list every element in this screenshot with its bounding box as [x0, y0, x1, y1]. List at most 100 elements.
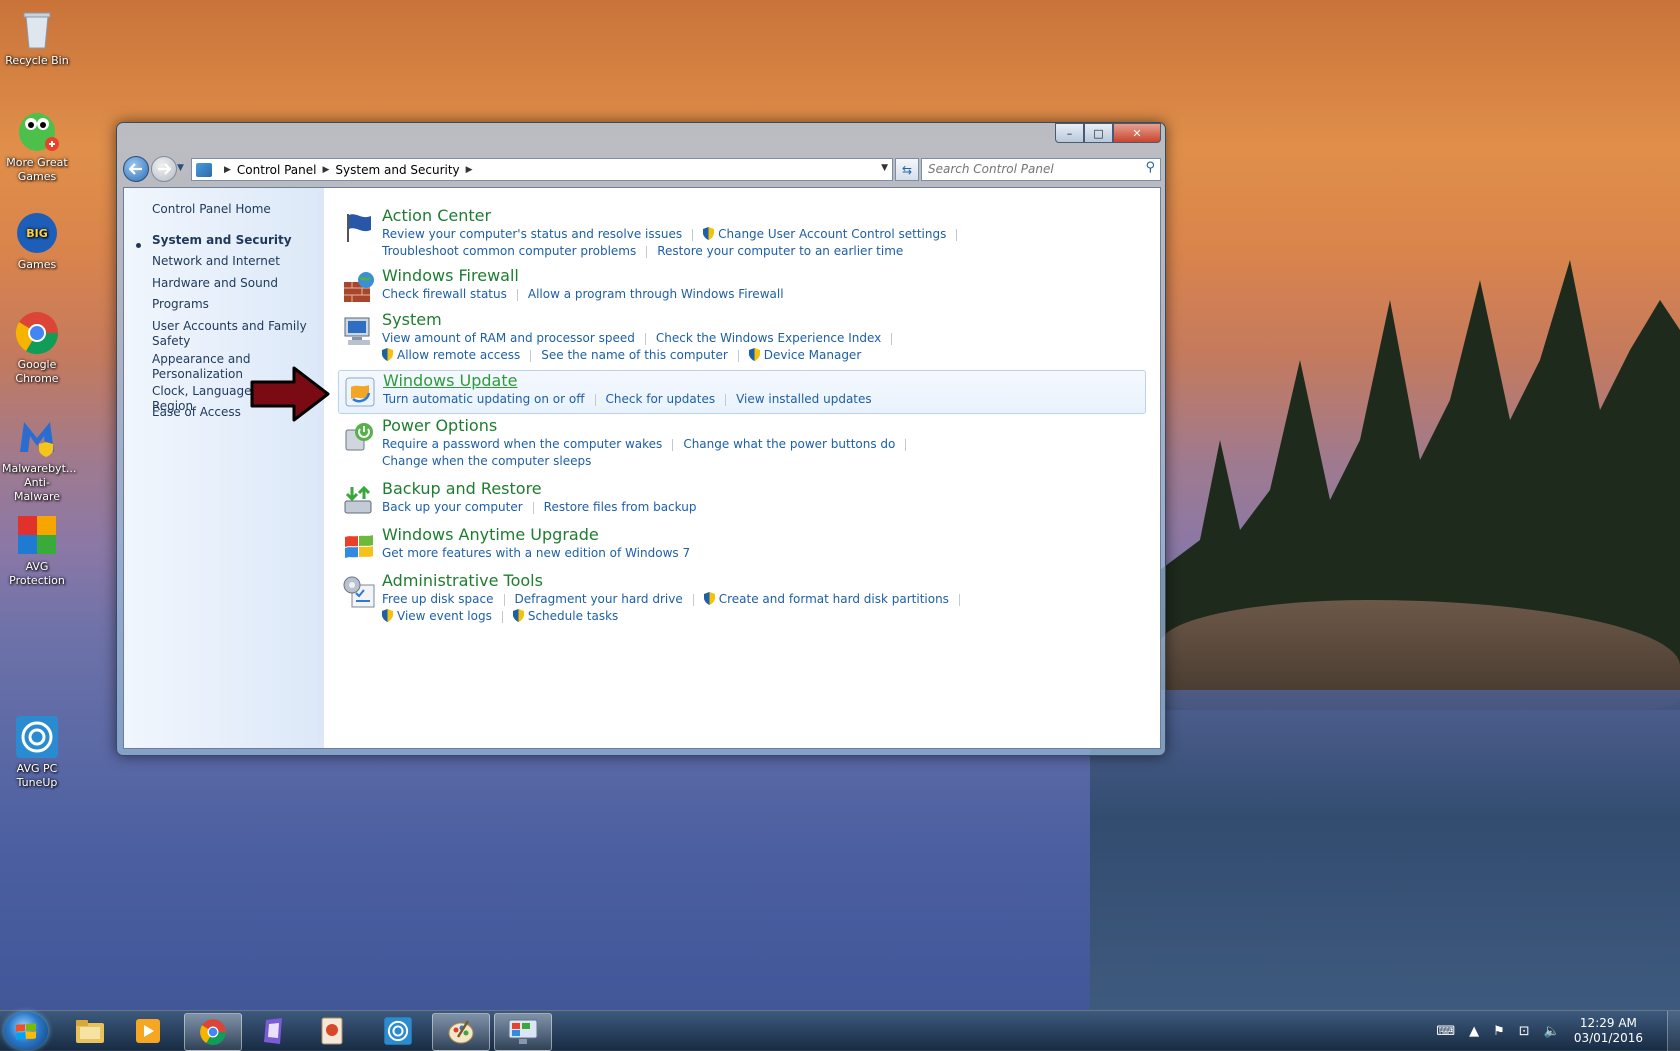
breadcrumb-arrow-icon[interactable]: ▶: [323, 165, 330, 175]
taskbar-avg-tuneup[interactable]: [370, 1013, 426, 1049]
chrome-icon: [14, 310, 60, 356]
desktop-icon-label: Malwarebyt... Anti-Malware: [2, 462, 77, 503]
close-button[interactable]: ✕: [1113, 123, 1161, 143]
link-computer-name[interactable]: See the name of this computer: [541, 348, 728, 362]
back-arrow-icon: [129, 163, 142, 175]
link-allow-program[interactable]: Allow a program through Windows Firewall: [528, 287, 784, 301]
link-experience-index[interactable]: Check the Windows Experience Index: [656, 331, 881, 345]
windows-update-title[interactable]: Windows Update: [383, 371, 517, 390]
search-icon[interactable]: ⚲: [1145, 160, 1155, 175]
desktop-icon-more-great-games[interactable]: More Great Games: [2, 108, 72, 184]
control-panel-window: – □ ✕ ▼ ▶ Control Panel ▶ System and Sec…: [116, 122, 1166, 756]
desktop-icon-malwarebytes[interactable]: Malwarebyt... Anti-Malware: [2, 414, 77, 504]
link-check-firewall[interactable]: Check firewall status: [382, 287, 507, 301]
taskbar-app-2[interactable]: [304, 1013, 360, 1049]
backup-restore-icon: [344, 485, 372, 514]
power-options-icon: [345, 423, 373, 451]
taskbar-media-player[interactable]: [120, 1013, 176, 1049]
nav-hardware-and-sound[interactable]: Hardware and Sound: [152, 276, 322, 291]
search-box: ⚲: [921, 158, 1161, 181]
system-title[interactable]: System: [382, 310, 442, 329]
clock[interactable]: 12:29 AM 03/01/2016: [1574, 1016, 1643, 1046]
link-disk-partitions[interactable]: Create and format hard disk partitions: [719, 592, 949, 606]
forward-button[interactable]: [151, 156, 177, 182]
link-view-ram[interactable]: View amount of RAM and processor speed: [382, 331, 635, 345]
taskbar-paint[interactable]: [432, 1013, 490, 1051]
recent-pages-dropdown[interactable]: ▼: [177, 163, 184, 173]
keyboard-icon[interactable]: ⌨: [1436, 1024, 1455, 1039]
taskbar-chrome[interactable]: [184, 1013, 242, 1051]
chrome-icon: [200, 1019, 226, 1045]
address-dropdown-icon[interactable]: ▼: [881, 163, 888, 173]
nav-control-panel-home[interactable]: Control Panel Home: [152, 202, 322, 217]
administrative-tools-title[interactable]: Administrative Tools: [382, 571, 543, 590]
address-bar[interactable]: ▶ Control Panel ▶ System and Security ▶ …: [191, 158, 893, 181]
link-installed-updates[interactable]: View installed updates: [736, 392, 872, 406]
refresh-icon: ⇆: [901, 162, 913, 177]
category-administrative-tools: Administrative Tools Free up disk space D…: [338, 571, 1146, 627]
forward-arrow-icon: [158, 163, 171, 175]
nav-system-and-security[interactable]: System and Security: [152, 233, 322, 248]
action-center-title[interactable]: Action Center: [382, 206, 491, 225]
maximize-button[interactable]: □: [1084, 123, 1113, 143]
desktop-icon-recycle-bin[interactable]: Recycle Bin: [2, 6, 72, 68]
refresh-button[interactable]: ⇆: [895, 158, 919, 181]
taskbar-app-1[interactable]: [246, 1013, 302, 1049]
nav-programs[interactable]: Programs: [152, 297, 322, 312]
nav-user-accounts[interactable]: User Accounts and Family Safety: [152, 319, 322, 349]
desktop-icon-avg-pc-tuneup[interactable]: AVG PC TuneUp: [2, 714, 72, 790]
category-windows-firewall: Windows Firewall Check firewall status Al…: [338, 266, 1146, 306]
link-back-up[interactable]: Back up your computer: [382, 500, 523, 514]
desktop-icon-label: AVG PC TuneUp: [16, 762, 58, 789]
windows-logo-icon: [16, 1023, 36, 1040]
nav-network-and-internet[interactable]: Network and Internet: [152, 254, 322, 269]
link-troubleshoot[interactable]: Troubleshoot common computer problems: [382, 244, 636, 258]
link-check-updates[interactable]: Check for updates: [606, 392, 716, 406]
link-computer-sleeps[interactable]: Change when the computer sleeps: [382, 454, 591, 468]
breadcrumb-control-panel[interactable]: Control Panel: [237, 163, 317, 177]
search-input[interactable]: [922, 159, 1134, 178]
power-options-title[interactable]: Power Options: [382, 416, 497, 435]
taskbar-control-panel[interactable]: [494, 1013, 552, 1051]
link-free-disk-space[interactable]: Free up disk space: [382, 592, 494, 606]
category-windows-update[interactable]: Windows Update Turn automatic updating o…: [338, 370, 1146, 414]
big-fish-games-icon: BIG: [14, 210, 60, 256]
breadcrumb-system-and-security[interactable]: System and Security: [335, 163, 459, 177]
link-device-manager[interactable]: Device Manager: [764, 348, 861, 362]
breadcrumb-arrow-icon[interactable]: ▶: [466, 165, 473, 175]
link-auto-updating[interactable]: Turn automatic updating on or off: [383, 392, 585, 406]
network-icon[interactable]: ⊡: [1519, 1024, 1530, 1039]
annotation-arrow-icon: [250, 366, 330, 422]
desktop-icon-avg-protection[interactable]: AVG Protection: [2, 512, 72, 588]
desktop-icon-games[interactable]: BIG Games: [2, 210, 72, 272]
link-more-features[interactable]: Get more features with a new edition of …: [382, 546, 690, 560]
clock-date: 03/01/2016: [1573, 1031, 1643, 1045]
backup-restore-title[interactable]: Backup and Restore: [382, 479, 542, 498]
back-button[interactable]: [123, 156, 149, 182]
link-power-buttons[interactable]: Change what the power buttons do: [683, 437, 895, 451]
taskbar-explorer[interactable]: [62, 1013, 118, 1049]
breadcrumb-arrow-icon[interactable]: ▶: [224, 165, 231, 175]
windows-update-icon: [345, 377, 375, 407]
action-center-flag-icon[interactable]: ⚑: [1493, 1024, 1505, 1039]
show-desktop-button[interactable]: [1667, 1011, 1680, 1051]
link-allow-remote[interactable]: Allow remote access: [397, 348, 520, 362]
link-review-status[interactable]: Review your computer's status and resolv…: [382, 227, 682, 241]
link-require-password[interactable]: Require a password when the computer wak…: [382, 437, 662, 451]
link-defragment[interactable]: Defragment your hard drive: [515, 592, 683, 606]
minimize-button[interactable]: –: [1055, 123, 1084, 143]
link-restore-earlier[interactable]: Restore your computer to an earlier time: [657, 244, 903, 258]
anytime-upgrade-title[interactable]: Windows Anytime Upgrade: [382, 525, 599, 544]
svg-text:BIG: BIG: [26, 227, 48, 240]
windows-firewall-title[interactable]: Windows Firewall: [382, 266, 519, 285]
desktop-icon-google-chrome[interactable]: Google Chrome: [2, 310, 72, 386]
volume-icon[interactable]: 🔈: [1544, 1024, 1560, 1039]
desktop-icon-label: AVG Protection: [9, 560, 65, 587]
link-event-logs[interactable]: View event logs: [397, 609, 492, 623]
link-change-uac[interactable]: Change User Account Control settings: [718, 227, 946, 241]
show-hidden-icons-icon[interactable]: ▲: [1469, 1024, 1479, 1039]
link-schedule-tasks[interactable]: Schedule tasks: [528, 609, 618, 623]
start-button[interactable]: [4, 1012, 48, 1050]
link-restore-files[interactable]: Restore files from backup: [544, 500, 697, 514]
selected-bullet-icon: [136, 243, 141, 248]
